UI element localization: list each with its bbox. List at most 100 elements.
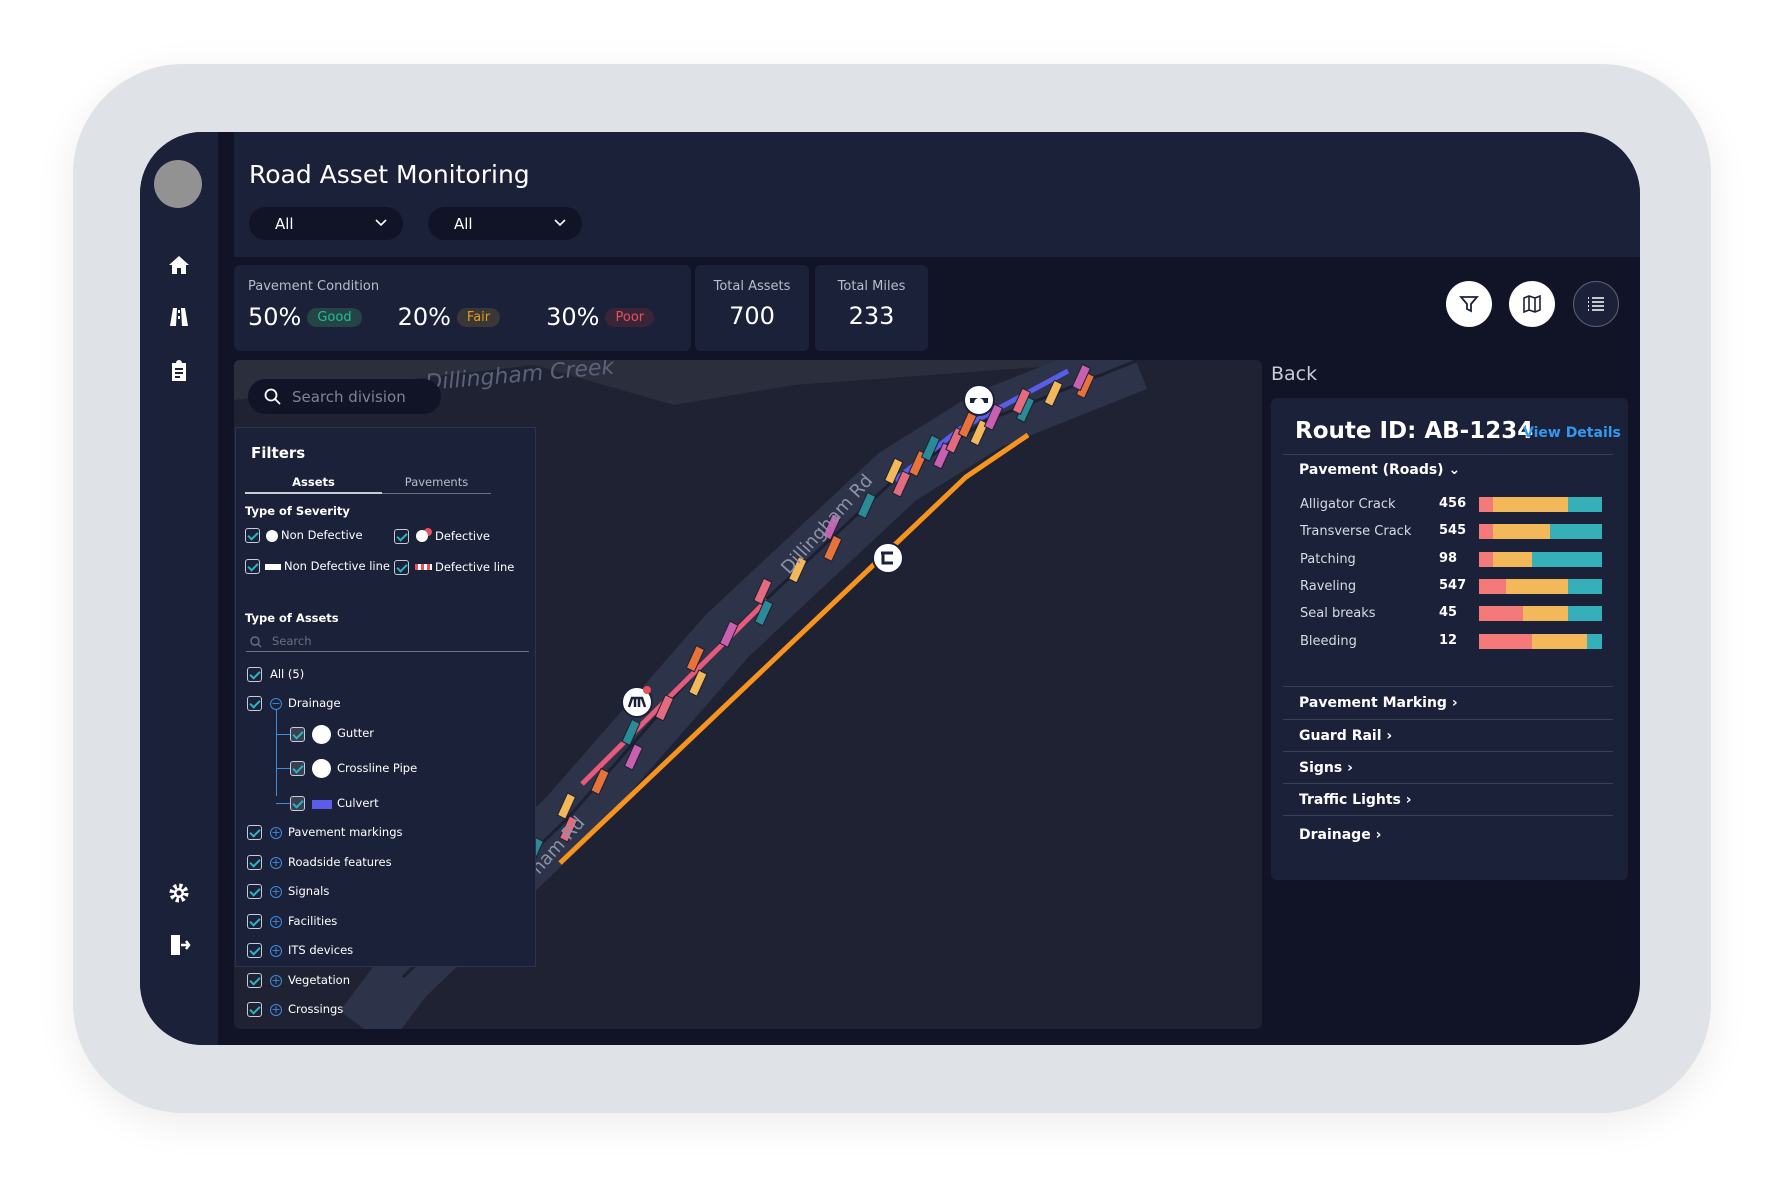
checkbox-gutter[interactable]	[290, 727, 305, 742]
checkbox-asset[interactable]	[247, 825, 262, 840]
search-division-input[interactable]: Search division	[248, 379, 441, 414]
section-toggle[interactable]: Guard Rail ›	[1299, 728, 1392, 744]
section-toggle[interactable]: Pavement Marking ›	[1299, 695, 1458, 711]
severity-heading: Type of Severity	[245, 504, 350, 518]
dropdown-value: All	[454, 215, 473, 233]
back-link[interactable]: Back	[1271, 363, 1317, 385]
defect-count: 12	[1439, 632, 1458, 648]
expand-icon[interactable]: +	[270, 915, 282, 928]
checkbox-culvert[interactable]	[290, 796, 305, 811]
expand-icon[interactable]: +	[270, 856, 282, 869]
bar-segment	[1567, 578, 1602, 594]
label: Traffic Lights	[1299, 792, 1401, 808]
defect-count: 45	[1439, 605, 1458, 621]
filters-title: Filters	[251, 444, 306, 462]
checkbox-defective-line[interactable]	[394, 560, 409, 575]
filter-dropdown-2[interactable]: All	[428, 207, 582, 240]
defect-severity-bar	[1479, 497, 1602, 512]
expand-icon[interactable]: +	[270, 945, 282, 957]
divider	[1283, 686, 1613, 687]
defect-count: 547	[1439, 577, 1467, 593]
assets-search-input[interactable]: Search	[246, 634, 529, 652]
logout-icon[interactable]	[167, 933, 191, 957]
bar-segment	[1531, 551, 1602, 567]
expand-icon[interactable]: +	[270, 1004, 282, 1016]
gutter-icon	[312, 725, 331, 744]
chevron-right-icon: ›	[1405, 792, 1412, 808]
checkbox-non-defective[interactable]	[245, 528, 260, 543]
checkbox-crossline-pipe[interactable]	[290, 761, 305, 776]
asset-type-label: Signals	[288, 884, 330, 898]
total-miles-card: Total Miles 233	[815, 265, 928, 351]
crossline-pipe-marker[interactable]	[963, 384, 995, 416]
checkbox-asset[interactable]	[247, 913, 262, 929]
tab-assets[interactable]: Assets	[245, 475, 382, 494]
map-button[interactable]	[1509, 281, 1555, 327]
label: Drainage	[1299, 827, 1371, 843]
asset-type-label: Roadside features	[288, 854, 392, 869]
home-icon[interactable]	[167, 253, 191, 277]
checkbox-asset[interactable]	[247, 884, 262, 899]
checkbox-all[interactable]	[247, 667, 262, 682]
checkbox-drainage[interactable]	[247, 696, 262, 711]
divider	[1283, 751, 1613, 752]
culvert-icon	[312, 800, 332, 809]
map-view[interactable]: Dillingham Creek Dillingham Rd ham Rd Se…	[234, 360, 1262, 1029]
avatar[interactable]	[154, 160, 202, 208]
crossline-pipe-icon	[312, 759, 331, 778]
collapse-icon[interactable]: −	[270, 698, 282, 710]
checkbox-non-defective-line[interactable]	[245, 559, 260, 574]
checkbox-asset[interactable]	[247, 972, 262, 988]
defective-asset-marker[interactable]	[621, 686, 653, 718]
view-details-link[interactable]: View Details	[1523, 425, 1621, 441]
tab-pavements[interactable]: Pavements	[382, 475, 491, 494]
card-label: Total Miles	[837, 279, 906, 294]
asset-type-label: Facilities	[288, 913, 338, 928]
status-badge: Fair	[456, 308, 501, 327]
tree-branch	[276, 734, 290, 735]
pavement-condition-card: Pavement Condition 50% Good 20% Fair 30% Po…	[234, 265, 691, 351]
checkbox-asset[interactable]	[247, 1002, 262, 1017]
chevron-down-icon	[375, 219, 387, 227]
bar-segment	[1523, 606, 1568, 622]
bar-segment	[1492, 524, 1551, 540]
label: Non Defective line	[284, 559, 390, 573]
gutter-line	[558, 432, 1030, 865]
section-toggle[interactable]: Traffic Lights ›	[1299, 792, 1412, 808]
filter-dropdown-1[interactable]: All	[249, 207, 403, 240]
defect-severity-bar	[1479, 551, 1602, 567]
chevron-down-icon: ⌄	[1448, 462, 1461, 478]
filters-panel: Filters Assets Pavements Type of Severit…	[235, 427, 536, 1017]
defect-count: 98	[1439, 550, 1458, 566]
expand-icon[interactable]: +	[270, 974, 282, 987]
section-toggle[interactable]: Signs ›	[1299, 760, 1353, 776]
section-toggle[interactable]: Drainage ›	[1299, 827, 1381, 843]
filter-button[interactable]	[1446, 281, 1492, 327]
clipboard-icon[interactable]	[167, 359, 191, 383]
road-icon[interactable]	[167, 305, 191, 329]
bar-segment	[1492, 551, 1532, 567]
expand-icon[interactable]: +	[270, 886, 282, 898]
list-button[interactable]	[1573, 281, 1619, 327]
checkbox-asset[interactable]	[247, 943, 262, 958]
card-value: 233	[848, 302, 895, 330]
tree-branch	[276, 768, 290, 769]
defect-count: 545	[1439, 523, 1467, 539]
search-placeholder: Search division	[292, 388, 406, 406]
bar-segment	[1531, 633, 1588, 649]
defect-name: Seal breaks	[1300, 606, 1376, 622]
checkbox-asset[interactable]	[247, 854, 262, 870]
gutter-marker[interactable]	[872, 542, 904, 574]
sidebar	[140, 132, 218, 1045]
expand-icon[interactable]: +	[270, 827, 282, 839]
bar-segment	[1479, 606, 1524, 622]
asset-type-label: Pavement markings	[288, 825, 403, 839]
card-label: Pavement Condition	[248, 279, 380, 294]
checkbox-defective[interactable]	[394, 529, 409, 544]
pavement-roads-toggle[interactable]: Pavement (Roads) ⌄	[1299, 462, 1460, 478]
defect-severity-bar	[1479, 606, 1602, 622]
route-detail-panel: Route ID: AB-1234 View Details Pavement …	[1271, 398, 1628, 880]
defective-dot-icon	[416, 530, 428, 542]
defective-line-icon	[415, 564, 432, 570]
gear-icon[interactable]	[167, 881, 191, 905]
